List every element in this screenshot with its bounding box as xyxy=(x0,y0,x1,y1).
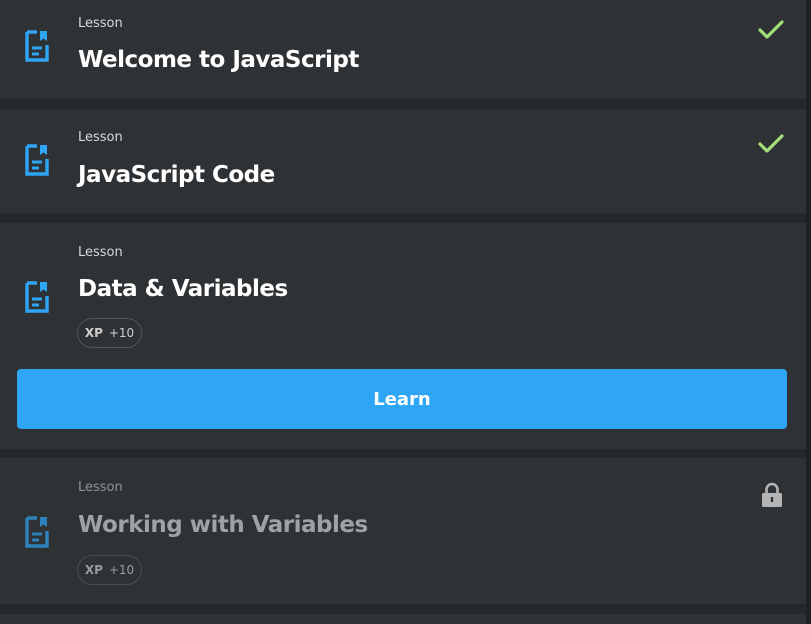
lesson-kind-label: Lesson xyxy=(78,16,123,31)
xp-badge: XP +10 xyxy=(77,555,142,585)
lesson-card-working-with-variables[interactable]: Lesson Working with Variables XP +10 xyxy=(0,458,806,604)
lesson-title: Welcome to JavaScript xyxy=(78,47,359,73)
xp-badge: XP +10 xyxy=(77,318,142,348)
lesson-title: Data & Variables xyxy=(78,276,288,302)
lesson-title: Working with Variables xyxy=(78,512,368,538)
xp-label: XP xyxy=(84,563,103,577)
xp-label: XP xyxy=(84,326,103,340)
scrollbar-track[interactable] xyxy=(806,0,811,624)
lesson-kind-label: Lesson xyxy=(78,480,123,495)
lesson-list: Lesson Welcome to JavaScript Lesson Java… xyxy=(0,0,806,624)
xp-value: +10 xyxy=(108,563,135,577)
lesson-document-icon xyxy=(25,281,49,313)
lesson-card-javascript-code[interactable]: Lesson JavaScript Code xyxy=(0,109,806,213)
lesson-document-icon xyxy=(25,516,49,548)
xp-value: +10 xyxy=(108,326,135,340)
lesson-kind-label: Lesson xyxy=(78,245,123,260)
lesson-document-icon xyxy=(25,30,49,62)
lesson-card-data-and-variables[interactable]: Lesson Data & Variables XP +10 Learn xyxy=(0,223,806,449)
lesson-title: JavaScript Code xyxy=(78,162,275,188)
check-icon xyxy=(758,134,784,153)
lesson-card-next[interactable] xyxy=(0,614,806,624)
lesson-kind-label: Lesson xyxy=(78,130,123,145)
learn-button[interactable]: Learn xyxy=(17,369,787,429)
check-icon xyxy=(758,20,784,39)
lesson-card-welcome-to-javascript[interactable]: Lesson Welcome to JavaScript xyxy=(0,0,806,99)
lock-icon xyxy=(762,482,782,507)
lesson-document-icon xyxy=(25,144,49,176)
